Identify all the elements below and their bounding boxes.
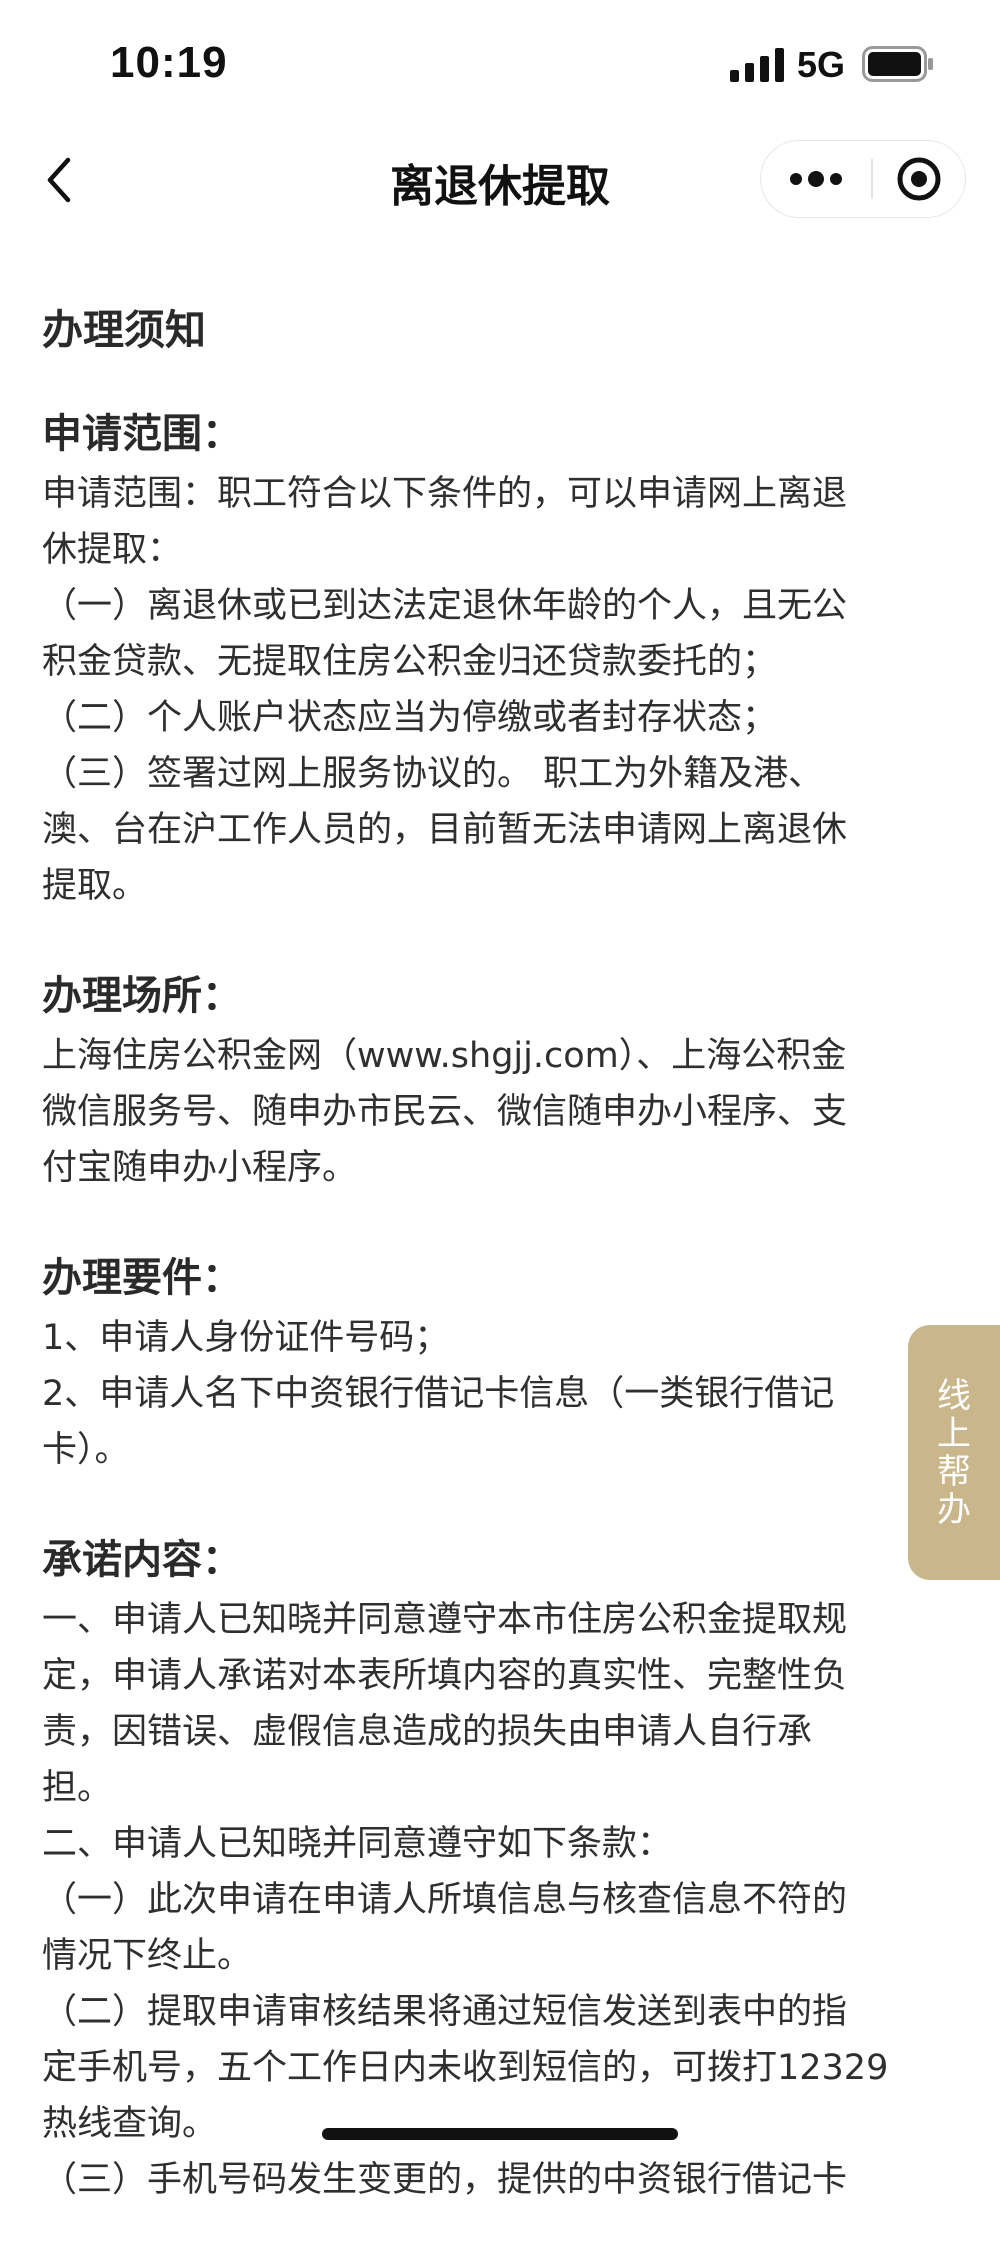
online-help-tab[interactable]: 线上帮办 (908, 1325, 1000, 1580)
text-line: 担。 (42, 1768, 113, 1808)
section-title: 办理要件： (42, 1255, 242, 1301)
help-tab-label: 线上帮办 (930, 1376, 971, 1529)
text-line: 热线查询。 (42, 2104, 218, 2144)
text-line: 微信服务号、随申办市民云、微信随申办小程序、支 (42, 1092, 848, 1132)
text-line: 休提取： (42, 530, 183, 570)
back-chevron-icon (47, 157, 71, 203)
section-title: 申请范围： (42, 411, 242, 457)
text-line: 定，申请人承诺对本表所填内容的真实性、完整性负 (42, 1656, 848, 1696)
status-time: 10:19 (110, 38, 228, 87)
text-line: （三）签署过网上服务协议的。 职工为外籍及港、 (42, 754, 824, 794)
text-line: 申请范围：职工符合以下条件的，可以申请网上离退 (42, 474, 848, 514)
text-line: （一）此次申请在申请人所填信息与核查信息不符的 (42, 1880, 848, 1920)
text-line: 澳、台在沪工作人员的，目前暂无法申请网上离退休 (42, 810, 848, 850)
text-line: （三）手机号码发生变更的，提供的中资银行借记卡 (42, 2160, 848, 2200)
text-line: 一、申请人已知晓并同意遵守本市住房公积金提取规 (42, 1600, 848, 1640)
home-indicator (322, 2128, 678, 2140)
text-line: 责，因错误、虚假信息造成的损失由申请人自行承 (42, 1712, 813, 1752)
close-target-icon (897, 157, 941, 200)
text-line: （二）个人账户状态应当为停缴或者封存状态； (42, 698, 778, 738)
text-line: 1、申请人身份证件号码； (42, 1318, 450, 1358)
text-line: 付宝随申办小程序。 (42, 1148, 358, 1188)
text-line: （一）离退休或已到达法定退休年龄的个人，且无公 (42, 586, 848, 626)
text-line: 定手机号，五个工作日内未收到短信的，可拨打12329 (42, 2048, 889, 2088)
more-button[interactable] (761, 141, 871, 216)
miniprogram-capsule (760, 140, 966, 218)
notice-heading: 办理须知 (42, 306, 206, 354)
text-line: 积金贷款、无提取住房公积金归还贷款委托的； (42, 642, 778, 682)
text-line: 卡）。 (42, 1430, 130, 1470)
page-title: 离退休提取 (390, 161, 610, 212)
section-venue: 办理场所： 上海住房公积金网（www.shgjj.com）、上海公积金 微信服务… (42, 966, 962, 1196)
text-line: 情况下终止。 (42, 1936, 253, 1976)
signal-icon (730, 48, 784, 82)
nav-bar: 离退休提取 (0, 130, 1000, 230)
more-dots-icon (790, 170, 842, 187)
close-miniprogram-button[interactable] (873, 141, 965, 216)
notice-content: 办理须知 申请范围： 申请范围：职工符合以下条件的，可以申请网上离退 休提取： … (42, 300, 962, 2260)
text-line: （二）提取申请审核结果将通过短信发送到表中的指 (42, 1992, 848, 2032)
section-scope: 申请范围： 申请范围：职工符合以下条件的，可以申请网上离退 休提取： （一）离退… (42, 404, 962, 914)
status-bar: 10:19 5G (0, 0, 1000, 130)
section-requirements: 办理要件： 1、申请人身份证件号码； 2、申请人名下中资银行借记卡信息（一类银行… (42, 1248, 962, 1478)
section-title: 办理场所： (42, 973, 242, 1019)
section-title: 承诺内容： (42, 1537, 242, 1583)
text-line: 二、申请人已知晓并同意遵守如下条款： (42, 1824, 673, 1864)
text-line: 上海住房公积金网（www.shgjj.com）、上海公积金 (42, 1036, 847, 1076)
section-commitment: 承诺内容： 一、申请人已知晓并同意遵守本市住房公积金提取规 定，申请人承诺对本表… (42, 1530, 962, 2208)
battery-icon (862, 46, 933, 82)
text-line: 提取。 (42, 866, 148, 906)
network-type: 5G (797, 44, 846, 85)
back-button[interactable] (28, 148, 92, 212)
text-line: 2、申请人名下中资银行借记卡信息（一类银行借记 (42, 1374, 835, 1414)
